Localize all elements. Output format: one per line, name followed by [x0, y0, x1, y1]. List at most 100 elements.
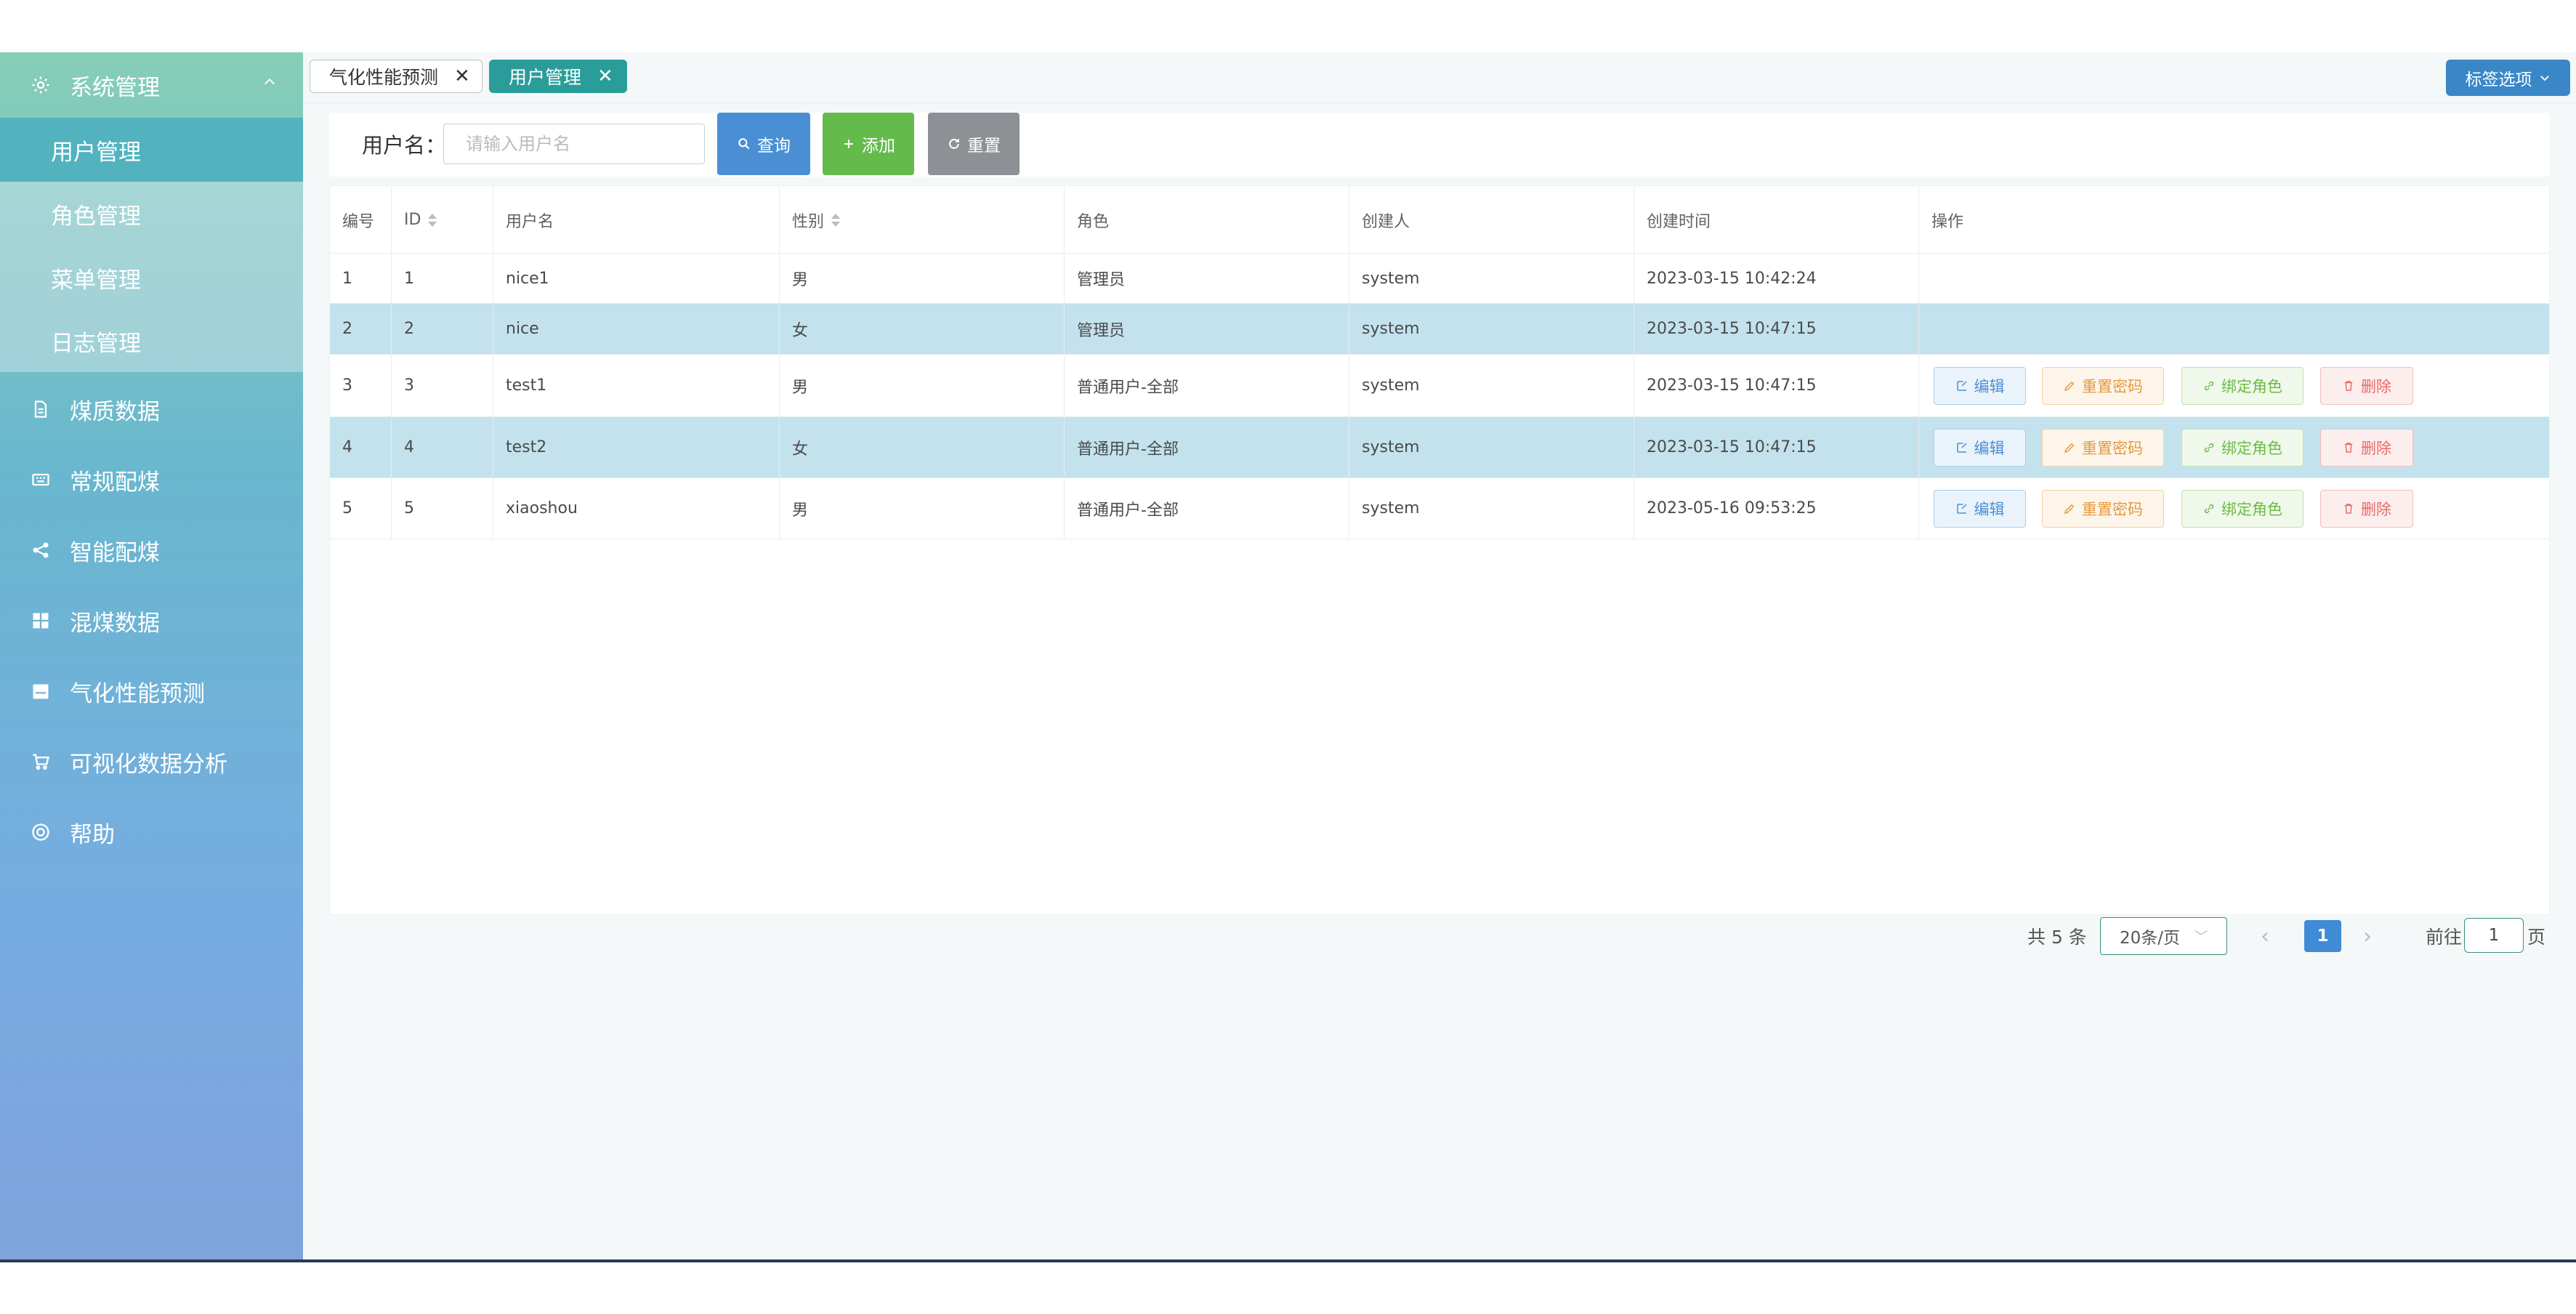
sidebar-item-gasification-prediction[interactable]: 气化性能预测	[0, 660, 303, 722]
sidebar-item-mixed-coal[interactable]: 混煤数据	[0, 589, 303, 652]
sidebar-item-help[interactable]: 帮助	[0, 801, 303, 863]
reset-password-button[interactable]: 重置密码	[2042, 490, 2164, 528]
cell-created: 2023-03-15 10:47:15	[1634, 417, 1919, 477]
search-label: 用户名：	[362, 133, 447, 158]
delete-button[interactable]: 删除	[2320, 429, 2413, 467]
cell-gender: 女	[780, 304, 1065, 354]
page-number-current[interactable]: 1	[2304, 920, 2341, 952]
header-label: 创建时间	[1647, 212, 1711, 231]
cell-username: xiaoshou	[493, 478, 780, 539]
chevron-down-icon	[2538, 71, 2551, 84]
reset-password-button[interactable]: 重置密码	[2042, 367, 2164, 405]
action-label: 编辑	[1974, 378, 2005, 395]
sidebar-item-regular-blending[interactable]: 常规配煤	[0, 448, 303, 511]
cell-no: 5	[330, 478, 392, 539]
bind-role-button[interactable]: 绑定角色	[2181, 367, 2304, 405]
sidebar-item-log-management[interactable]: 日志管理	[0, 310, 303, 372]
action-label: 绑定角色	[2221, 501, 2282, 518]
gear-icon	[31, 75, 51, 95]
cell-id: 5	[392, 478, 493, 539]
table-row[interactable]: 1 1 nice1 男管理员 system 2023-03-15 10:42:24	[330, 254, 2549, 304]
sidebar-item-smart-blending[interactable]: 智能配煤	[0, 519, 303, 581]
next-page-button[interactable]: ›	[2363, 917, 2372, 955]
cell-actions	[1919, 304, 2549, 354]
cell-gender: 男	[780, 355, 1065, 416]
close-icon[interactable]: ✕	[597, 65, 613, 87]
column-header-gender[interactable]: 性别	[780, 187, 1065, 253]
sidebar-item-label: 混煤数据	[70, 610, 160, 637]
sort-icon[interactable]	[831, 213, 841, 227]
delete-button[interactable]: 删除	[2320, 367, 2413, 405]
bind-role-button[interactable]: 绑定角色	[2181, 490, 2304, 528]
header-label: 编号	[342, 212, 375, 231]
edit-button[interactable]: 编辑	[1934, 490, 2026, 528]
table-row[interactable]: 2 2 nice 女管理员 system 2023-03-15 10:47:15	[330, 304, 2549, 355]
action-label: 绑定角色	[2221, 378, 2282, 395]
edit-icon	[1955, 502, 1974, 515]
cell-id: 1	[392, 254, 493, 303]
prev-page-button[interactable]: ‹	[2261, 917, 2269, 955]
query-button[interactable]: 查询	[717, 113, 810, 175]
cell-username: nice	[493, 304, 780, 354]
tab-user-management[interactable]: 用户管理 ✕	[489, 60, 627, 93]
column-header-role: 角色	[1065, 187, 1349, 253]
column-header-created: 创建时间	[1634, 187, 1919, 253]
close-icon[interactable]: ✕	[454, 65, 470, 87]
reset-password-button[interactable]: 重置密码	[2042, 429, 2164, 467]
action-label: 编辑	[1974, 440, 2005, 457]
add-user-button[interactable]: 添加	[823, 113, 914, 175]
sidebar-item-label: 煤质数据	[70, 398, 160, 425]
cell-created: 2023-03-15 10:47:15	[1634, 355, 1919, 416]
cell-creator: system	[1349, 478, 1634, 539]
goto-page-input[interactable]	[2464, 918, 2524, 953]
tab-options-button[interactable]: 标签选项	[2446, 60, 2570, 96]
sidebar-group-system[interactable]: 系统管理	[0, 52, 303, 118]
trash-icon	[2342, 379, 2361, 392]
header-label: ID	[404, 211, 421, 229]
page-unit-label: 页	[2527, 927, 2546, 948]
sort-icon[interactable]	[428, 213, 437, 227]
cell-no: 4	[330, 417, 392, 477]
column-header-no: 编号	[330, 187, 392, 253]
edit-button[interactable]: 编辑	[1934, 367, 2026, 405]
sidebar-item-label: 角色管理	[51, 203, 141, 230]
column-header-id[interactable]: ID	[392, 187, 493, 253]
cell-actions	[1919, 254, 2549, 303]
header-label: 性别	[792, 212, 825, 231]
sidebar-item-coal-quality[interactable]: 煤质数据	[0, 378, 303, 440]
cell-role: 管理员	[1065, 304, 1349, 354]
sidebar-item-label: 日志管理	[51, 330, 141, 357]
action-label: 重置密码	[2082, 440, 2143, 457]
cell-id: 4	[392, 417, 493, 477]
pencil-icon	[2063, 441, 2082, 454]
action-label: 删除	[2361, 440, 2391, 457]
delete-button[interactable]: 删除	[2320, 490, 2413, 528]
cell-gender: 男	[780, 254, 1065, 303]
plus-icon	[841, 137, 862, 151]
sidebar-item-user-management[interactable]: 用户管理	[0, 118, 303, 182]
action-label: 绑定角色	[2221, 440, 2282, 457]
add-label: 添加	[862, 137, 895, 156]
edit-button[interactable]: 编辑	[1934, 429, 2026, 467]
cart-icon	[31, 751, 51, 772]
tab-label: 气化性能预测	[329, 67, 439, 88]
username-search-input[interactable]	[443, 124, 705, 164]
bind-role-button[interactable]: 绑定角色	[2181, 429, 2304, 467]
goto-label: 前往	[2426, 927, 2463, 948]
sidebar-group-label: 系统管理	[70, 74, 160, 101]
page-size-select[interactable]: 20条/页 ﹀	[2100, 917, 2227, 955]
bottom-border	[0, 1259, 2576, 1262]
share-icon	[31, 540, 51, 560]
sidebar-item-menu-management[interactable]: 菜单管理	[0, 246, 303, 310]
pagination-total: 共 5 条	[2027, 927, 2087, 948]
sidebar-item-role-management[interactable]: 角色管理	[0, 182, 303, 246]
column-header-actions: 操作	[1919, 187, 2549, 253]
sidebar-item-visual-analysis[interactable]: 可视化数据分析	[0, 730, 303, 793]
help-circle-icon	[31, 822, 51, 842]
cell-created: 2023-05-16 09:53:25	[1634, 478, 1919, 539]
cell-created: 2023-03-15 10:47:15	[1634, 304, 1919, 354]
tab-gasification-prediction[interactable]: 气化性能预测 ✕	[310, 60, 483, 93]
cell-role: 普通用户-全部	[1065, 478, 1349, 539]
cell-username: nice1	[493, 254, 780, 303]
reset-button[interactable]: 重置	[928, 113, 1020, 175]
